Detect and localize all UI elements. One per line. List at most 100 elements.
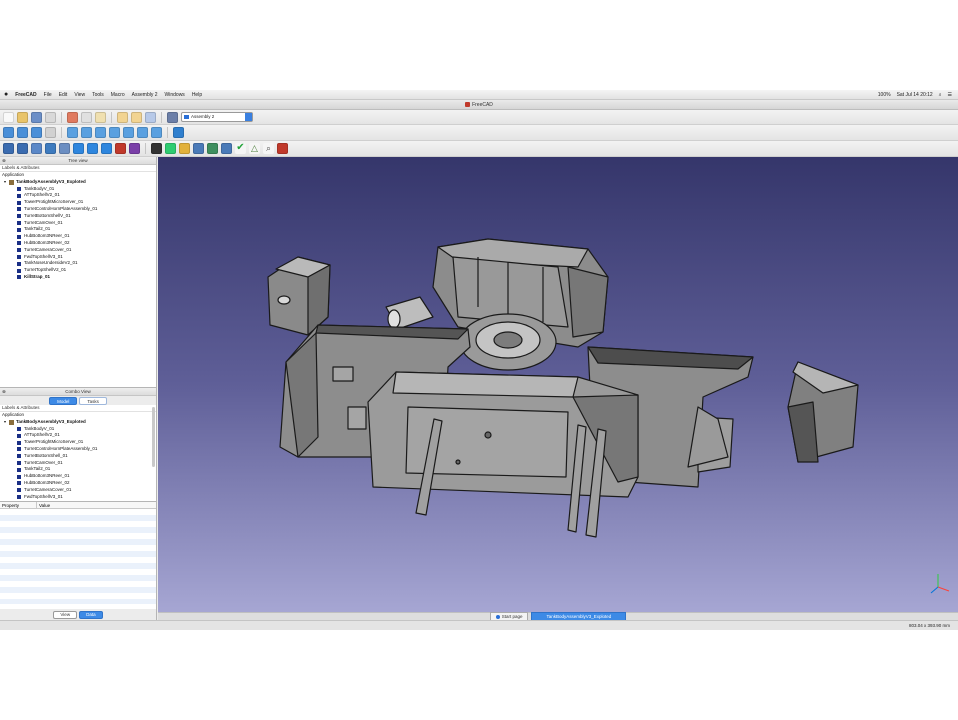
tree-item[interactable]: TankBodyV_01 xyxy=(0,426,156,433)
tree-item[interactable]: TankBodyV_01 xyxy=(0,186,156,193)
document-root-node[interactable]: ▾ TankBodyAssemblyV3_Exploted xyxy=(0,419,156,426)
apple-icon[interactable]: ● xyxy=(4,90,8,100)
measure-icon[interactable] xyxy=(173,127,184,138)
tab-tasks[interactable]: Tasks xyxy=(79,397,107,405)
tree-item[interactable]: TurretCameraCover_01 xyxy=(0,247,156,254)
circular-edge-constraint-icon[interactable] xyxy=(73,143,84,154)
menu-list-icon[interactable]: ☰ xyxy=(948,90,952,100)
new-icon[interactable] xyxy=(3,111,14,123)
property-column-header[interactable]: Property xyxy=(0,502,37,508)
cut-icon[interactable] xyxy=(67,111,78,123)
tree-item[interactable]: TankNoseUndersideV2_01 xyxy=(0,260,156,267)
tab-model[interactable]: Model xyxy=(49,397,78,405)
view-button[interactable]: View xyxy=(53,610,78,619)
menu-windows[interactable]: Windows xyxy=(165,90,185,100)
refresh-icon[interactable] xyxy=(145,111,156,123)
battery-status[interactable]: 100% xyxy=(878,90,891,100)
part-icon[interactable] xyxy=(17,143,28,154)
clock[interactable]: Sat Jul 14 20:12 xyxy=(897,90,933,100)
search-icon[interactable]: ⌕ xyxy=(939,90,942,100)
view-right-icon[interactable] xyxy=(109,127,120,138)
tree-item[interactable]: TurretBottomShellV_01 xyxy=(0,213,156,220)
value-column-header[interactable]: Value xyxy=(37,502,50,508)
tree-item[interactable]: FwdTopShellV3_01 xyxy=(0,254,156,261)
menu-view[interactable]: View xyxy=(74,90,85,100)
angle-constraint-icon[interactable] xyxy=(115,143,126,154)
print-icon[interactable] xyxy=(45,111,56,123)
solve-icon[interactable] xyxy=(165,143,176,154)
close-icon[interactable]: ⊗ xyxy=(2,157,6,165)
menu-macro[interactable]: Macro xyxy=(111,90,125,100)
macro-icon[interactable] xyxy=(277,143,288,154)
tree-item[interactable]: ATTopShellV2_01 xyxy=(0,432,156,439)
tree-item[interactable]: TurretControlHornPlateAssembly_01 xyxy=(0,446,156,453)
application-node[interactable]: Application xyxy=(0,412,156,419)
warning-icon[interactable]: △ xyxy=(249,143,260,154)
move-part-icon[interactable] xyxy=(31,143,42,154)
tree-item[interactable]: KillStrap_01 xyxy=(0,274,156,281)
view-left-icon[interactable] xyxy=(151,127,162,138)
undo-constraint-icon[interactable] xyxy=(151,143,162,154)
tree-item[interactable]: ATTopShellV2_01 xyxy=(0,192,156,199)
whats-this-icon[interactable] xyxy=(167,111,178,123)
axial-constraint-icon[interactable] xyxy=(101,143,112,154)
redo-icon[interactable] xyxy=(131,111,142,123)
view-top-icon[interactable] xyxy=(95,127,106,138)
search-part-icon[interactable]: ⌕ xyxy=(263,143,274,154)
check-icon[interactable]: ✔ xyxy=(235,143,246,154)
zoom-fit-icon[interactable] xyxy=(3,127,14,138)
tree-item[interactable]: TurretTopShellV2_01 xyxy=(0,267,156,274)
tree-item[interactable]: HubBottom3NReer_02 xyxy=(0,240,156,247)
close-icon[interactable]: ⊗ xyxy=(2,388,6,396)
constraint-viewer-icon[interactable] xyxy=(207,143,218,154)
undo-icon[interactable] xyxy=(117,111,128,123)
tree-item[interactable]: TurretControlHornPlateAssembly_01 xyxy=(0,206,156,213)
tree-item[interactable]: TurretBottomShell_01 xyxy=(0,453,156,460)
tree-item[interactable]: TurretCamOver_01 xyxy=(0,220,156,227)
3d-viewport[interactable] xyxy=(158,157,958,612)
sphere-constraint-icon[interactable] xyxy=(129,143,140,154)
animate-icon[interactable] xyxy=(179,143,190,154)
expand-triangle-icon[interactable]: ▾ xyxy=(4,179,6,186)
menu-tools[interactable]: Tools xyxy=(92,90,104,100)
tree-item[interactable]: TurretCameraCover_01 xyxy=(0,487,156,494)
copy-icon[interactable] xyxy=(81,111,92,123)
document-root-node[interactable]: ▾ TankBodyAssemblyV3_Exploted xyxy=(0,179,156,186)
tree-item-label: HubBottom3NReer_01 xyxy=(24,233,70,239)
menu-help[interactable]: Help xyxy=(192,90,202,100)
draw-style-icon[interactable] xyxy=(31,127,42,138)
application-node[interactable]: Application xyxy=(0,172,156,179)
stereo-icon[interactable] xyxy=(45,127,56,138)
tree-item[interactable]: HubBottom3NReer_02 xyxy=(0,480,156,487)
data-button[interactable]: Data xyxy=(79,610,103,619)
open-icon[interactable] xyxy=(17,111,28,123)
save-icon[interactable] xyxy=(31,111,42,123)
tree-item[interactable]: TankTail2_01 xyxy=(0,466,156,473)
view-rear-icon[interactable] xyxy=(123,127,134,138)
duplicate-part-icon[interactable] xyxy=(45,143,56,154)
menu-file[interactable]: File xyxy=(44,90,52,100)
tree-item[interactable]: HubBottom3NReer_01 xyxy=(0,233,156,240)
tree-item[interactable]: TankTail2_01 xyxy=(0,226,156,233)
explode-icon[interactable] xyxy=(193,143,204,154)
bom-icon[interactable] xyxy=(221,143,232,154)
view-bottom-icon[interactable] xyxy=(137,127,148,138)
tree-item[interactable]: HubBottom3NReer_01 xyxy=(0,473,156,480)
tree-item[interactable]: FwdTopShellV3_01 xyxy=(0,494,156,501)
tree-item[interactable]: TowerProtightMicroServer_01 xyxy=(0,439,156,446)
paste-icon[interactable] xyxy=(95,111,106,123)
edit-part-icon[interactable] xyxy=(59,143,70,154)
view-front-icon[interactable] xyxy=(81,127,92,138)
menu-app-name[interactable]: FreeCAD xyxy=(15,90,36,100)
menu-edit[interactable]: Edit xyxy=(59,90,68,100)
workbench-selector[interactable]: Assembly 2 xyxy=(181,112,253,122)
tree-item[interactable]: TowerProtightMicroServer_01 xyxy=(0,199,156,206)
plane-constraint-icon[interactable] xyxy=(87,143,98,154)
zoom-icon[interactable] xyxy=(17,127,28,138)
tree-scrollbar[interactable] xyxy=(152,407,155,467)
expand-triangle-icon[interactable]: ▾ xyxy=(4,419,6,426)
import-part-icon[interactable] xyxy=(3,143,14,154)
view-iso-icon[interactable] xyxy=(67,127,78,138)
menu-assembly[interactable]: Assembly 2 xyxy=(132,90,158,100)
tree-item[interactable]: TurretCamOver_01 xyxy=(0,460,156,467)
